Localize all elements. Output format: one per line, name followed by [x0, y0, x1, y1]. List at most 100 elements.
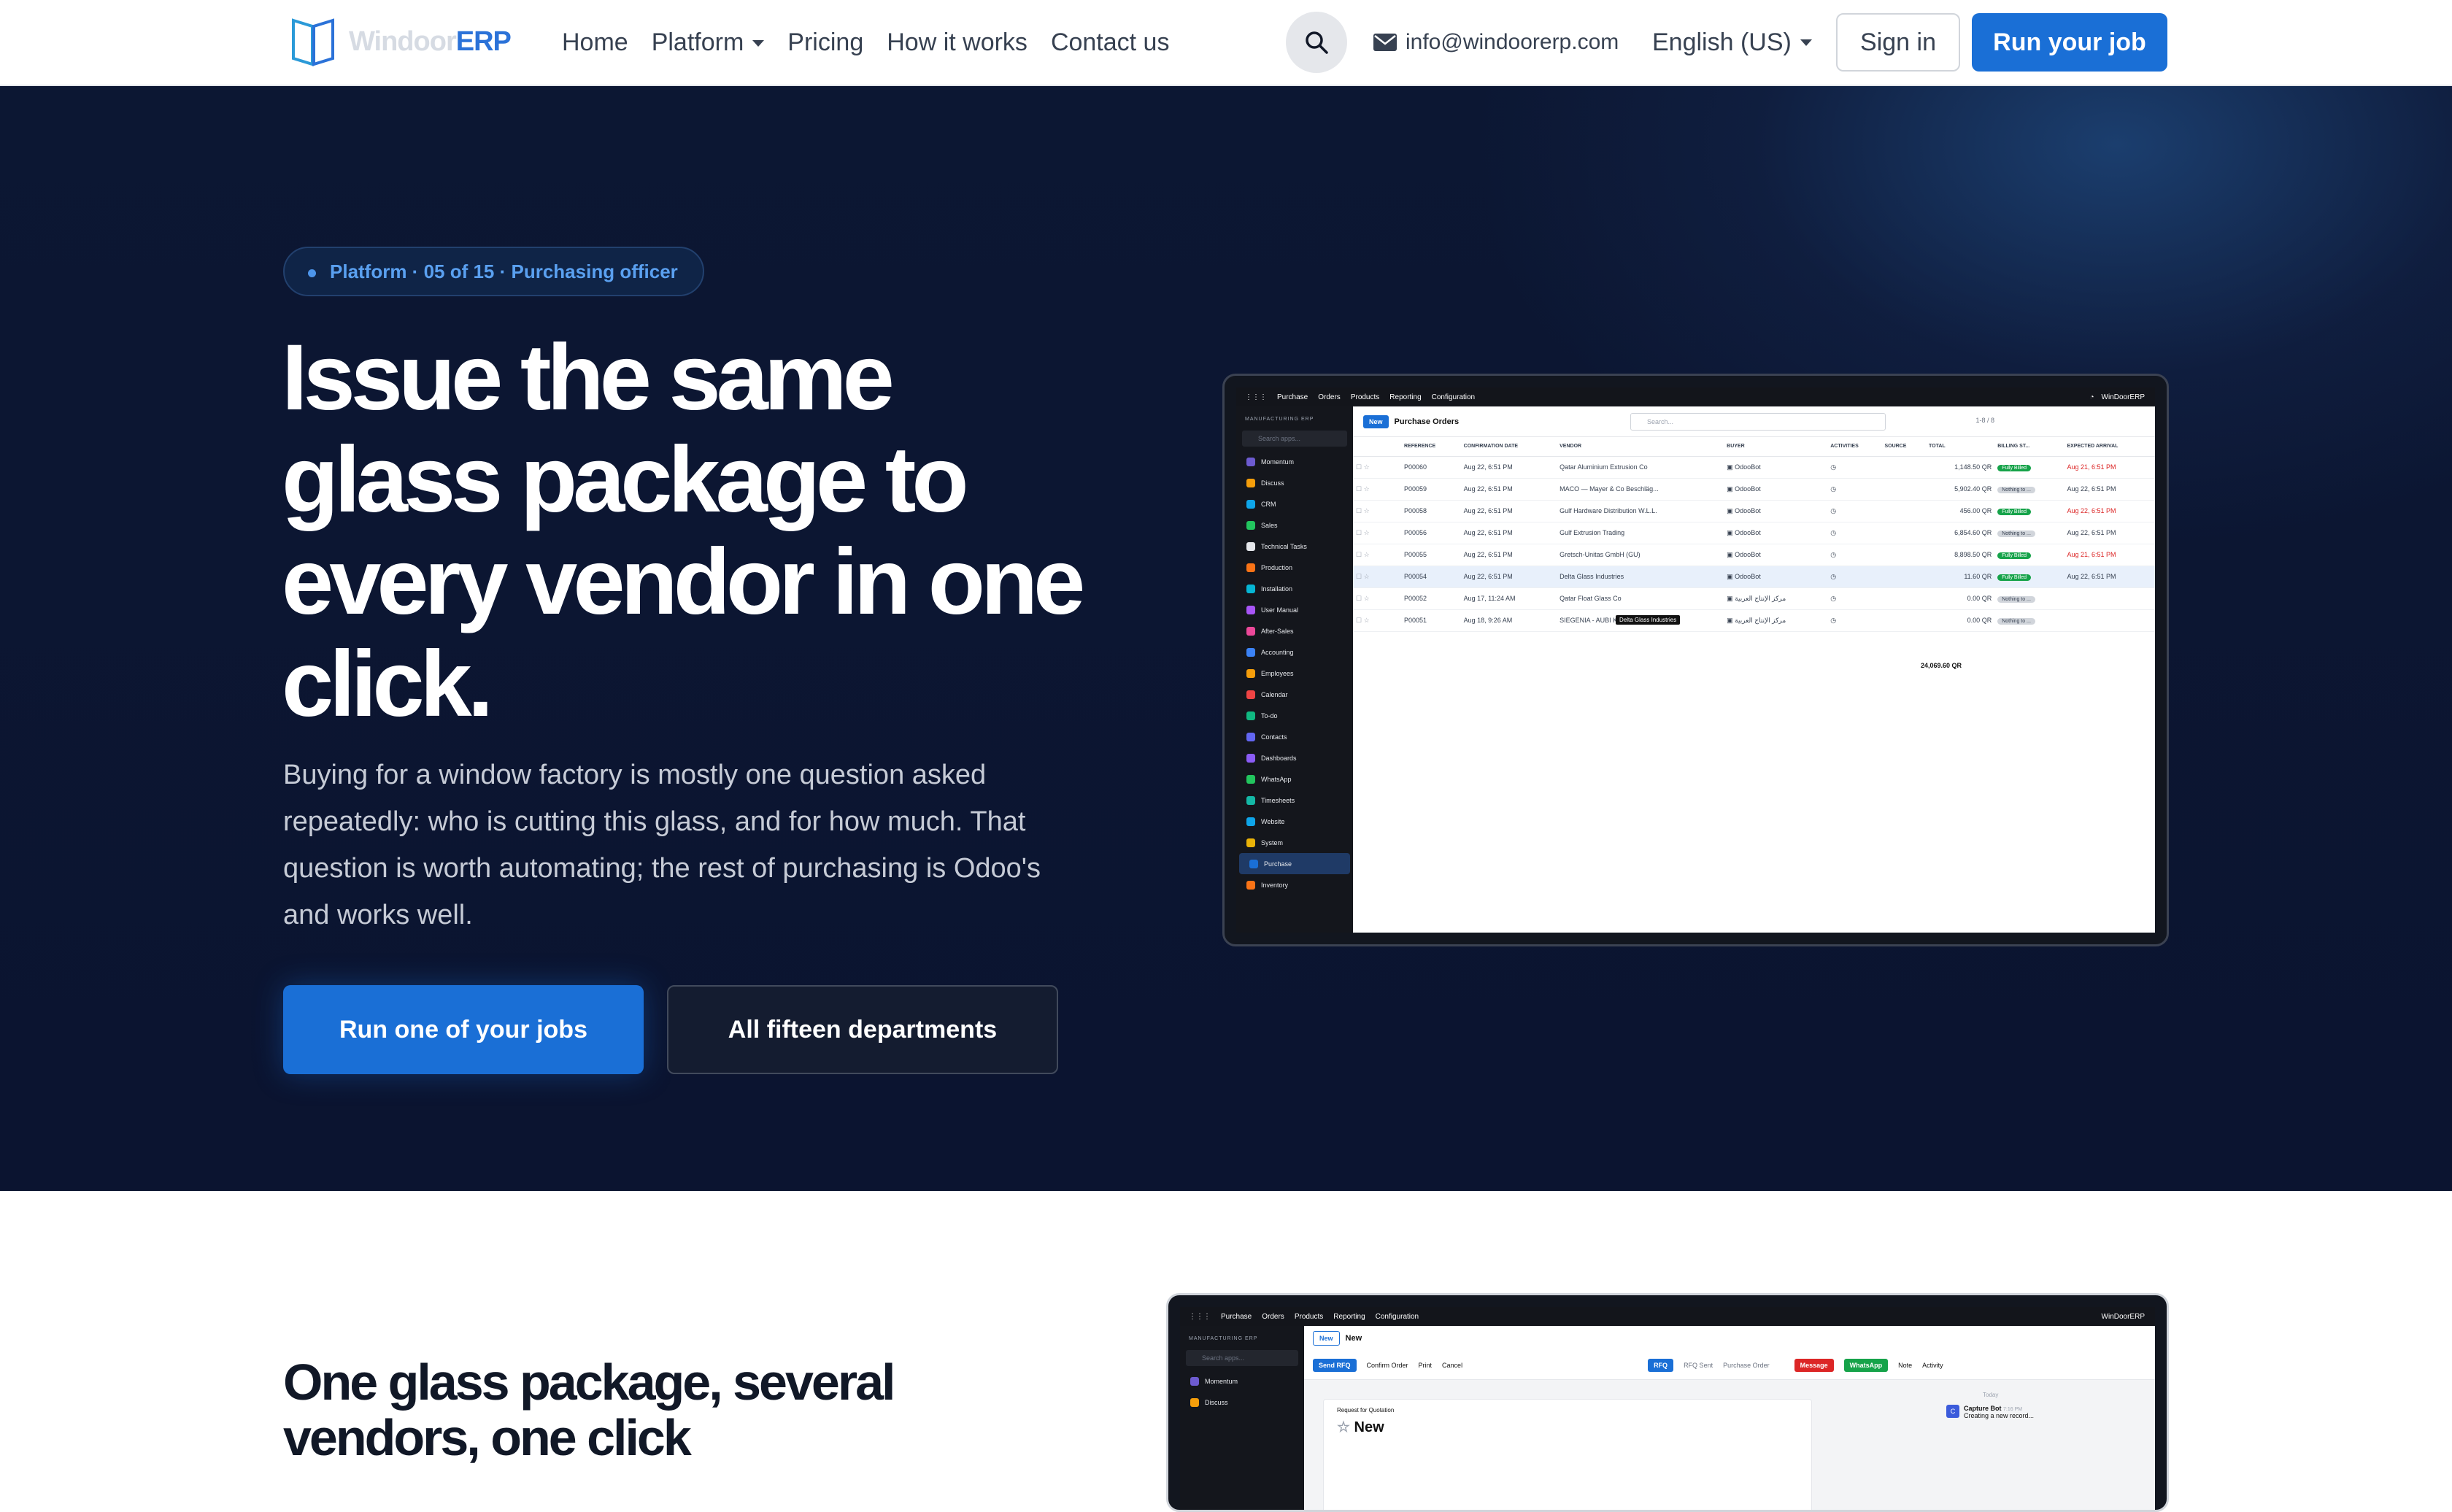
checkbox-icon: ☐ ☆	[1356, 485, 1370, 493]
company-name: WinDoorERP	[2101, 393, 2145, 401]
new-button: New	[1313, 1331, 1340, 1346]
nav-link-how-it-works[interactable]: How it works	[887, 28, 1028, 57]
checkbox-icon: ☐ ☆	[1356, 528, 1370, 536]
app-icon	[1246, 774, 1255, 784]
top-navbar: WindoorERP Home Platform Pricing How it …	[0, 0, 2452, 86]
buyer-avatar: ▣	[1727, 572, 1735, 580]
new-button: New	[1363, 414, 1389, 428]
table-row: ☐ ☆ P00051 Aug 18, 9:26 AM SIEGENIA - AUBI …	[1353, 609, 2155, 632]
buyer-avatar: ▣	[1727, 528, 1735, 536]
app-sidebar: MANUFACTURING ERP Search apps... Momentu…	[1236, 406, 1353, 933]
app-icon	[1246, 795, 1255, 805]
checkbox-icon: ☐ ☆	[1356, 594, 1370, 602]
logo-text: WindoorERP	[349, 26, 512, 57]
sidebar-brand: MANUFACTURING ERP	[1189, 1336, 1258, 1341]
email-text: info@windoorerp.com	[1406, 30, 1619, 54]
form-header: New New	[1304, 1326, 2155, 1351]
menu-reporting: Reporting	[1389, 393, 1422, 401]
run-one-of-your-jobs-button[interactable]: Run one of your jobs	[283, 985, 644, 1074]
table-row: ☐ ☆ P00059 Aug 22, 6:51 PM MACO — Mayer & C…	[1353, 478, 2155, 501]
buyer-avatar: ▣	[1727, 616, 1735, 624]
col-vendor: VENDOR	[1557, 437, 1724, 457]
app-icon	[1246, 817, 1255, 826]
rfq-form-screenshot: ⋮⋮⋮ Purchase Orders Products Reporting C…	[1166, 1293, 2169, 1512]
nav-link-platform[interactable]: Platform	[652, 28, 765, 57]
vendor-tooltip: Delta Glass Industries	[1616, 615, 1681, 625]
app-icon	[1246, 520, 1255, 530]
app-icon	[1246, 499, 1255, 509]
buyer-avatar: ▣	[1727, 550, 1735, 558]
hero-lead: Buying for a window factory is mostly on…	[283, 760, 1041, 930]
sidebar-item-whatsapp: WhatsApp	[1236, 768, 1353, 790]
table-header: REFERENCE CONFIRMATION DATE VENDOR BUYER…	[1353, 437, 2155, 457]
checkbox-icon: ☐ ☆	[1356, 506, 1370, 514]
sidebar-item-dashboards: Dashboards	[1236, 747, 1353, 768]
col-reference: REFERENCE	[1401, 437, 1461, 457]
company-name: WinDoorERP	[2101, 1312, 2145, 1321]
app-icon	[1249, 859, 1258, 868]
search-icon	[1306, 31, 1328, 54]
activity-button: Activity	[1922, 1361, 1943, 1369]
app-icon	[1246, 732, 1255, 741]
clock-icon: ◷	[1830, 485, 1837, 493]
app-icon	[1246, 626, 1255, 636]
app-icon	[1246, 478, 1255, 487]
app-icon	[1246, 690, 1255, 699]
message-button: Message	[1794, 1358, 1834, 1372]
send-rfq-button: Send RFQ	[1313, 1358, 1357, 1372]
signin-button[interactable]: Sign in	[1836, 13, 1960, 72]
logo[interactable]: WindoorERP	[290, 16, 512, 67]
nav-link-home[interactable]: Home	[562, 28, 628, 57]
app-menubar: ⋮⋮⋮ Purchase Orders Products Reporting C…	[1180, 1307, 2155, 1326]
apps-grid-icon: ⋮⋮⋮	[1245, 393, 1267, 401]
search-apps: Search apps...	[1242, 431, 1347, 447]
nav-link-contact[interactable]: Contact us	[1051, 28, 1170, 57]
app-icon	[1246, 457, 1255, 466]
app-icon	[1246, 541, 1255, 551]
sidebar-item-sales: Sales	[1236, 514, 1353, 536]
sidebar-item-production: Production	[1236, 557, 1353, 578]
clock-icon: ◷	[1830, 528, 1837, 536]
nav-link-pricing[interactable]: Pricing	[787, 28, 863, 57]
sidebar-item-to-do: To-do	[1236, 705, 1353, 726]
sidebar-item-calendar: Calendar	[1236, 684, 1353, 705]
clock-icon: ◷	[1830, 550, 1837, 558]
sum-total: 24,069.60 QR	[1921, 662, 1962, 669]
all-departments-button[interactable]: All fifteen departments	[667, 985, 1058, 1074]
app-icon	[1246, 647, 1255, 657]
app-icon	[1246, 711, 1255, 720]
run-your-job-button[interactable]: Run your job	[1972, 13, 2167, 72]
menu-orders: Orders	[1318, 393, 1341, 401]
sidebar-item-purchase: Purchase	[1239, 853, 1350, 874]
star-icon: ☆	[1337, 1419, 1354, 1435]
buyer-avatar: ▣	[1727, 594, 1735, 602]
table-row: ☐ ☆ P00055 Aug 22, 6:51 PM Gretsch-Unitas G…	[1353, 544, 2155, 566]
menu-configuration: Configuration	[1431, 393, 1476, 401]
chatter-message: C Capture Bot 7:16 PM Creating a new reco…	[1946, 1405, 2034, 1419]
confirm-order-button: Confirm Order	[1366, 1361, 1408, 1369]
app-menubar: ⋮⋮⋮ Purchase Orders Products Reporting C…	[1236, 387, 2155, 406]
state-rfq: RFQ	[1648, 1358, 1674, 1372]
dot-icon	[308, 269, 316, 277]
email-link[interactable]: info@windoorerp.com	[1373, 0, 1619, 85]
hero-badge: Platform · 05 of 15 · Purchasing officer	[283, 247, 704, 296]
apps-grid-icon: ⋮⋮⋮	[1189, 1312, 1211, 1321]
search-button[interactable]	[1286, 12, 1347, 73]
sidebar-item-contacts: Contacts	[1236, 726, 1353, 747]
app-icon	[1246, 838, 1255, 847]
language-selector[interactable]: English (US)	[1652, 0, 1812, 85]
table-row: ☐ ☆ P00060 Aug 22, 6:51 PM Qatar Aluminium …	[1353, 456, 2155, 479]
app-icon	[1246, 753, 1255, 763]
state-purchase-order: Purchase Order	[1723, 1361, 1770, 1369]
checkbox-icon: ☐ ☆	[1356, 463, 1370, 471]
purchase-orders-table: REFERENCE CONFIRMATION DATE VENDOR BUYER…	[1353, 437, 2155, 632]
checkbox-icon: ☐ ☆	[1356, 616, 1370, 624]
menu-products: Products	[1294, 1312, 1324, 1321]
sidebar-item-discuss: Discuss	[1236, 472, 1353, 493]
checkbox-icon: ☐ ☆	[1356, 550, 1370, 558]
envelope-icon	[1373, 34, 1397, 51]
caret-down-icon	[752, 40, 765, 47]
purchase-list-view: New Purchase Orders Search... 1-8 / 8 RE…	[1353, 406, 2155, 933]
col-confirmation-date: CONFIRMATION DATE	[1460, 437, 1557, 457]
menu-purchase: Purchase	[1221, 1312, 1252, 1321]
